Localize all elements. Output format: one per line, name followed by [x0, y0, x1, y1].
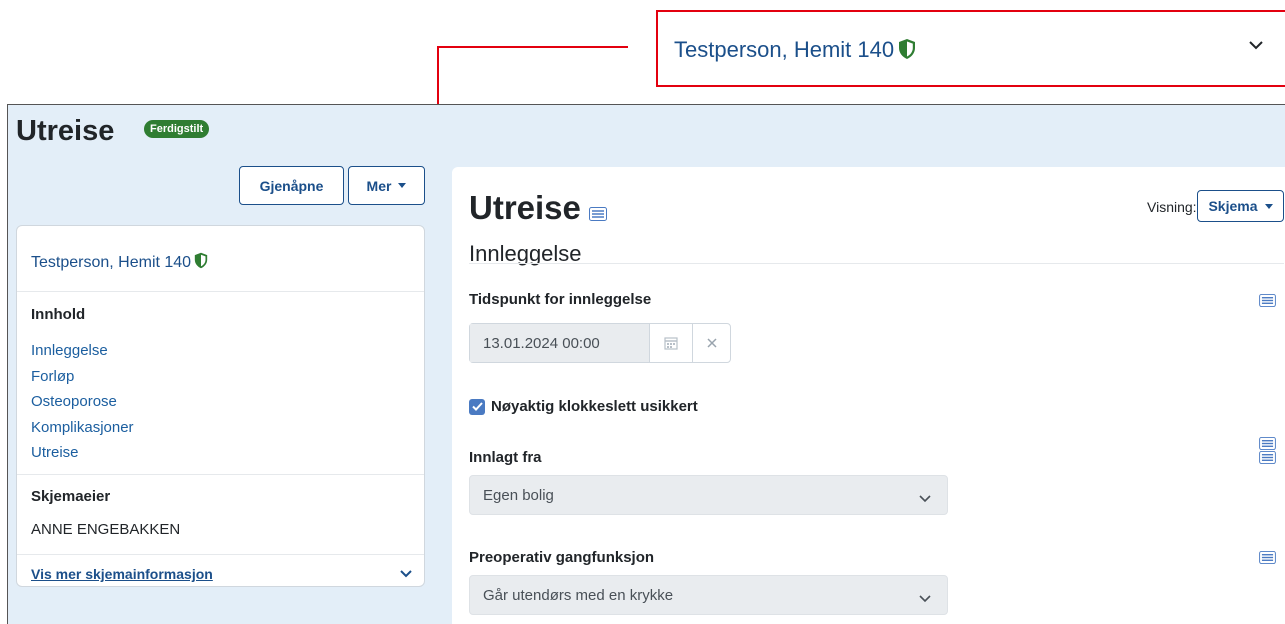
shield-icon [194, 252, 208, 274]
toc-link-innleggelse[interactable]: Innleggelse [31, 338, 134, 364]
list-icon[interactable] [1259, 551, 1276, 569]
zoom-callout: Testperson, Hemit 140 [656, 10, 1285, 87]
list-icon[interactable] [1259, 451, 1276, 469]
page-title: Utreise [16, 115, 115, 147]
caret-down-icon [1264, 203, 1273, 209]
app-window: Utreise Ferdigstilt Gjenåpne Mer Testper… [7, 104, 1285, 624]
contents-list: Innleggelse Forløp Osteoporose Komplikas… [31, 338, 134, 466]
clear-icon[interactable] [693, 324, 730, 362]
view-mode-dropdown[interactable]: Skjema [1197, 190, 1284, 222]
chevron-down-icon [919, 590, 931, 607]
chevron-down-icon[interactable] [1248, 38, 1264, 56]
preop-walking-select[interactable]: Går utendørs med en krykke [469, 575, 948, 615]
toc-link-forlop[interactable]: Forløp [31, 364, 134, 390]
list-icon[interactable] [589, 207, 607, 226]
chevron-down-icon [919, 490, 931, 507]
form-panel: Utreise Visning: Skjema Innleggelse Tids… [452, 167, 1285, 624]
admission-time-input[interactable]: 13.01.2024 00:00 [470, 324, 650, 362]
owner-heading: Skjemaeier [31, 488, 111, 505]
divider [17, 554, 424, 555]
toc-link-osteoporose[interactable]: Osteoporose [31, 389, 134, 415]
more-button[interactable]: Mer [348, 166, 425, 205]
calendar-icon[interactable] [650, 324, 693, 362]
admission-time-datepicker: 13.01.2024 00:00 [469, 323, 731, 363]
caret-down-icon [398, 183, 407, 188]
chevron-down-icon[interactable] [400, 566, 412, 584]
owner-name: ANNE ENGEBAKKEN [31, 521, 181, 538]
reopen-button[interactable]: Gjenåpne [239, 166, 344, 205]
list-icon[interactable] [1259, 294, 1276, 312]
form-info-card: Testperson, Hemit 140 Innhold Innleggels… [16, 225, 425, 587]
toc-link-komplikasjoner[interactable]: Komplikasjoner [31, 415, 134, 441]
exact-time-uncertain-label: Nøyaktig klokkeslett usikkert [491, 398, 698, 415]
more-info-link[interactable]: Vis mer skjemainformasjon [31, 566, 213, 582]
contents-heading: Innhold [31, 306, 86, 323]
sidebar-patient-name[interactable]: Testperson, Hemit 140 [31, 252, 208, 274]
divider [17, 291, 424, 292]
section-divider [469, 263, 1284, 264]
view-label: Visning: [1147, 199, 1197, 215]
view-mode-value: Skjema [1208, 198, 1258, 214]
form-title: Utreise [469, 189, 581, 226]
admitted-from-value: Egen bolig [483, 486, 554, 504]
divider [17, 474, 424, 475]
preop-walking-value: Går utendørs med en krykke [483, 586, 674, 604]
preop-walking-label: Preoperativ gangfunksjon [469, 549, 655, 566]
exact-time-uncertain-checkbox[interactable] [469, 398, 485, 415]
sidebar-patient-name-text: Testperson, Hemit 140 [31, 254, 192, 271]
toc-link-utreise[interactable]: Utreise [31, 440, 134, 466]
callout-patient-name-text: Testperson, Hemit 140 [674, 37, 895, 62]
reopen-button-label: Gjenåpne [259, 177, 324, 194]
exact-time-uncertain-row: Nøyaktig klokkeslett usikkert [469, 398, 698, 415]
admission-time-value: 13.01.2024 00:00 [483, 334, 600, 352]
admitted-from-label: Innlagt fra [469, 449, 542, 466]
status-badge: Ferdigstilt [144, 120, 210, 138]
admission-time-label: Tidspunkt for innleggelse [469, 291, 652, 308]
more-button-label: Mer [366, 177, 392, 194]
shield-icon [898, 38, 916, 66]
admitted-from-select[interactable]: Egen bolig [469, 475, 948, 515]
callout-patient-name[interactable]: Testperson, Hemit 140 [674, 37, 916, 66]
